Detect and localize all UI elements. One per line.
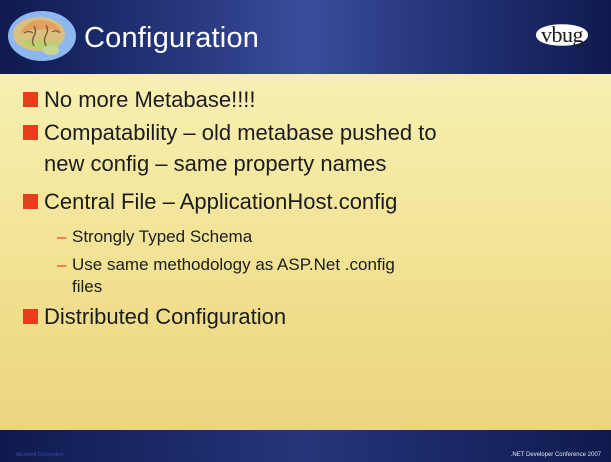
bullet-square-icon	[23, 194, 38, 209]
bullet-distributed-configuration: Distributed Configuration	[23, 301, 286, 332]
bullet-compatability: Compatability – old metabase pushed to n…	[23, 117, 437, 179]
dash-marker: –	[57, 255, 67, 274]
bullet-text-line: new config – same property names	[44, 151, 387, 176]
bullet-text: Distributed Configuration	[44, 304, 287, 329]
bullet-square-icon	[23, 309, 38, 324]
bullet-square-icon	[23, 92, 38, 107]
sub-bullet-text: Strongly Typed Schema	[72, 227, 253, 246]
footer-left-text: Microsoft Corporation	[16, 452, 64, 458]
sub-bullet-text-line: Use same methodology as ASP.Net .config	[72, 255, 395, 274]
slide-content: No more Metabase!!!! Compatability – old…	[0, 0, 611, 430]
slide: Configuration vbug No more Metabase!!!! …	[0, 0, 611, 462]
footer-bar: Microsoft Corporation .NET Developer Con…	[0, 430, 611, 462]
bullet-text-line: Compatability – old metabase pushed to	[44, 120, 437, 145]
sub-bullet-methodology: – Use same methodology as ASP.Net .confi…	[57, 254, 395, 298]
bullet-text: No more Metabase!!!!	[44, 87, 256, 112]
bullet-text: Central File – ApplicationHost.config	[44, 189, 398, 214]
footer-conference-text: .NET Developer Conference 2007	[510, 452, 601, 458]
bullet-no-more-metabase: No more Metabase!!!!	[23, 84, 256, 115]
bullet-central-file: Central File – ApplicationHost.config	[23, 186, 397, 217]
sub-bullet-strongly-typed: – Strongly Typed Schema	[57, 226, 252, 248]
sub-bullet-text-line: files	[72, 277, 103, 296]
sub-bullet-text: Use same methodology as ASP.Net .config …	[72, 254, 395, 298]
dash-marker: –	[57, 227, 67, 246]
bullet-square-icon	[23, 125, 38, 140]
bullet-text: Compatability – old metabase pushed to n…	[44, 117, 437, 179]
